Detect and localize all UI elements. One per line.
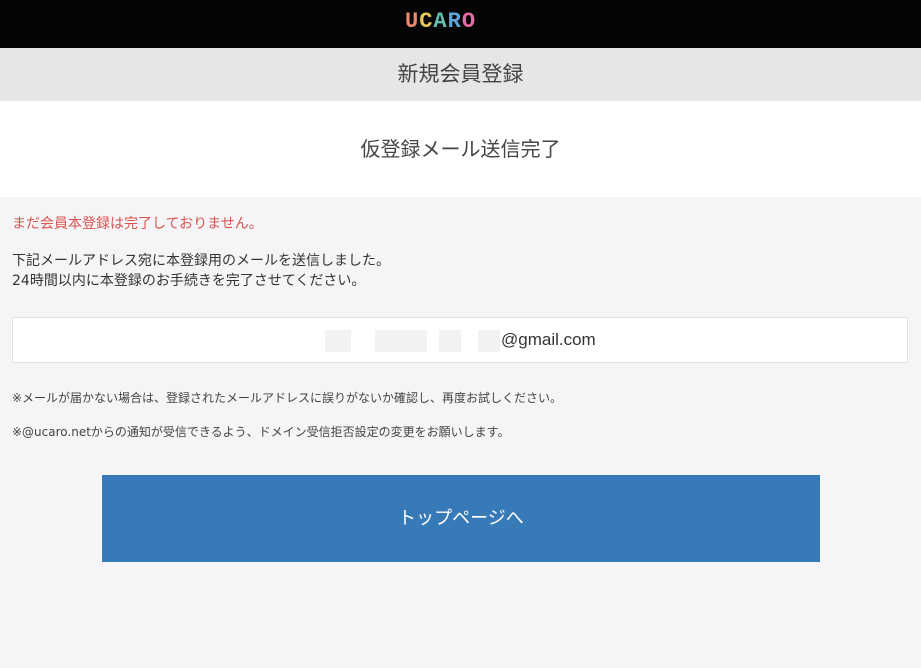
page-heading-band: 仮登録メール送信完了 — [0, 101, 921, 197]
description-line-2: 24時間以内に本登録のお手続きを完了させてください。 — [12, 273, 366, 289]
description: 下記メールアドレス宛に本登録用のメールを送信しました。 24時間以内に本登録のお… — [12, 251, 390, 291]
registration-warning: まだ会員本登録は完了しておりません。 — [12, 216, 263, 232]
section-header: 新規会員登録 — [0, 48, 921, 101]
description-line-1: 下記メールアドレス宛に本登録用のメールを送信しました。 — [12, 253, 390, 269]
logo-letter-o: O — [461, 9, 477, 34]
logo-letter-r: R — [447, 9, 462, 34]
ucaro-logo[interactable]: UCARO — [405, 10, 476, 34]
redacted-block — [478, 330, 500, 352]
redacted-block — [325, 330, 351, 352]
logo-letter-c: C — [419, 9, 434, 34]
section-title: 新規会員登録 — [397, 62, 524, 86]
redacted-block — [375, 330, 427, 352]
note-mail-not-received: ※メールが届かない場合は、登録されたメールアドレスに誤りがないか確認し、再度お試… — [12, 391, 563, 405]
top-page-button-label: トップページへ — [398, 508, 524, 529]
email-display-box: @gmail.com — [12, 317, 908, 363]
top-bar: UCARO — [0, 0, 921, 48]
page-title: 仮登録メール送信完了 — [360, 137, 561, 161]
email-address: @gmail.com — [501, 330, 596, 349]
redacted-block — [439, 330, 461, 352]
logo-letter-a: A — [433, 9, 448, 34]
note-domain-setting: ※@ucaro.netからの通知が受信できるよう、ドメイン受信拒否設定の変更をお… — [12, 425, 510, 439]
top-page-button[interactable]: トップページへ — [102, 475, 820, 562]
main-content: まだ会員本登録は完了しておりません。 下記メールアドレス宛に本登録用のメールを送… — [0, 197, 921, 668]
logo-letter-u: U — [405, 9, 420, 34]
